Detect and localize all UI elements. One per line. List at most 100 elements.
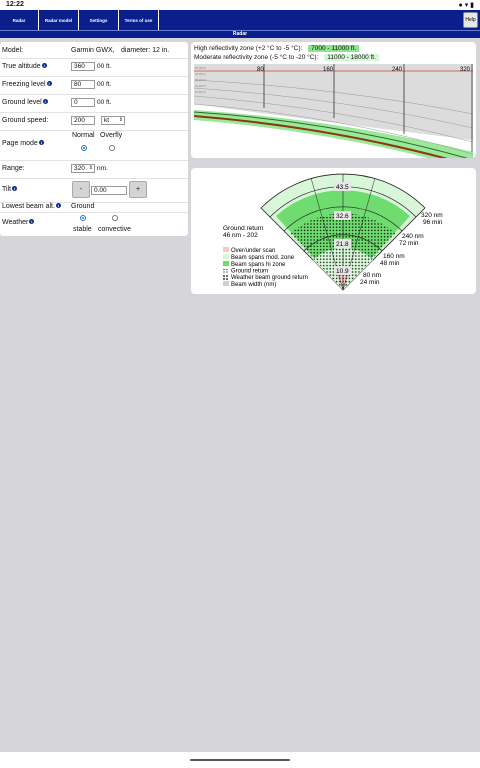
model-label: Model: bbox=[2, 47, 24, 54]
page-mode-row: Page mode i Normal Overfly bbox=[0, 130, 188, 161]
range-min-label: 48 min bbox=[380, 260, 400, 267]
alt-tick-label: 50,000 ft bbox=[195, 66, 206, 70]
ground-level-input[interactable]: 0 bbox=[71, 98, 95, 107]
range-tick-label: 320 bbox=[460, 67, 471, 73]
freezing-level-label: Freezing level bbox=[2, 81, 46, 88]
range-value: 320 bbox=[74, 165, 85, 172]
freezing-level-unit: 00 ft. bbox=[97, 81, 112, 88]
lowest-beam-label: Lowest beam alt. bbox=[2, 203, 55, 210]
page-mode-normal-label: Normal bbox=[72, 132, 95, 139]
tab-settings[interactable]: Settings bbox=[79, 10, 119, 30]
ground-return-title: Ground return bbox=[223, 225, 264, 232]
lowest-beam-value: Ground bbox=[71, 203, 95, 210]
alt-tick-label: 30,000 ft bbox=[195, 78, 206, 82]
help-button[interactable]: Help bbox=[463, 12, 478, 28]
info-icon[interactable]: i bbox=[12, 186, 18, 191]
info-icon[interactable]: i bbox=[42, 99, 48, 104]
status-time: 12:22 bbox=[6, 1, 24, 8]
ground-speed-input[interactable]: 200 bbox=[71, 116, 95, 125]
alt-tick-label: 10,000 ft bbox=[195, 90, 206, 94]
page-mode-label: Page mode bbox=[2, 140, 38, 147]
ground-speed-unit-select[interactable]: kt ⇕ bbox=[101, 116, 125, 125]
legend-label: Ground return bbox=[231, 269, 268, 275]
weather-stable-radio[interactable] bbox=[80, 215, 86, 221]
page-title: Radar bbox=[0, 30, 480, 38]
status-bar: 12:22 ● ▾ ▮ bbox=[0, 0, 480, 10]
ground-speed-unit: kt bbox=[104, 117, 110, 124]
ground-speed-row: Ground speed: 200 kt ⇕ bbox=[0, 112, 188, 131]
plan-view-chart: 43.5 32.6 21.8 10.9 Ground return 46 nm … bbox=[223, 173, 443, 291]
range-label: Range: bbox=[2, 165, 25, 172]
range-nm-label: 240 nm bbox=[402, 233, 424, 240]
plan-legend: Over/under scan Beam spans mod. zone Bea… bbox=[223, 247, 308, 288]
ring-value-label: 43.5 bbox=[336, 184, 349, 191]
range-min-label: 72 min bbox=[399, 240, 419, 247]
range-nm-label: 320 nm bbox=[421, 212, 443, 219]
elevation-profile-panel: High reflectivity zone (+2 °C to -5 °C):… bbox=[191, 42, 476, 158]
range-unit: nm. bbox=[97, 165, 108, 172]
legend-label: Weather beam ground return bbox=[231, 275, 308, 281]
info-icon[interactable]: i bbox=[29, 219, 35, 224]
range-tick-label: 80 bbox=[257, 67, 264, 73]
alt-tick-label: 20,000 ft bbox=[195, 84, 206, 88]
ring-value-label: 32.6 bbox=[336, 213, 349, 220]
true-altitude-label: True altitude bbox=[2, 63, 41, 70]
weather-convective-label: convective bbox=[98, 226, 132, 233]
model-value: Garmin GWX, bbox=[71, 47, 115, 54]
tab-radar[interactable]: Radar bbox=[0, 10, 39, 30]
ground-speed-label: Ground speed: bbox=[2, 117, 49, 124]
diameter-text: diameter: 12 in. bbox=[121, 47, 170, 54]
tab-radar-model[interactable]: Radar model bbox=[39, 10, 79, 30]
tilt-row: Tilt i - 0.00 + bbox=[0, 178, 188, 203]
range-row: Range: 320 ⇕ nm. bbox=[0, 160, 188, 179]
page-mode-overfly-label: Overfly bbox=[100, 132, 123, 139]
info-icon[interactable]: i bbox=[46, 81, 52, 86]
model-row: Model: Garmin GWX, diameter: 12 in. bbox=[0, 42, 188, 59]
freezing-level-input[interactable]: 80 bbox=[71, 80, 95, 89]
weather-label: Weather bbox=[2, 219, 29, 226]
range-nm-label: 160 nm bbox=[383, 253, 405, 260]
info-icon[interactable]: i bbox=[41, 63, 47, 68]
true-altitude-input[interactable]: 360 bbox=[71, 62, 95, 71]
system-nav-bar bbox=[0, 752, 480, 768]
tilt-label: Tilt bbox=[2, 186, 12, 193]
weather-convective-radio[interactable] bbox=[112, 215, 118, 221]
ground-return-value: 46 nm - 202 bbox=[223, 232, 258, 239]
ground-level-unit: 00 ft. bbox=[97, 99, 112, 106]
plan-view-panel: 43.5 32.6 21.8 10.9 Ground return 46 nm … bbox=[191, 168, 476, 294]
nav-bar: Radar Radar model Settings Terms of use … bbox=[0, 10, 480, 30]
stepper-icon: ⇕ bbox=[88, 165, 93, 171]
tilt-input[interactable]: 0.00 bbox=[91, 186, 127, 195]
info-icon[interactable]: i bbox=[55, 203, 61, 208]
home-indicator[interactable] bbox=[190, 759, 290, 761]
range-tick-label: 160 bbox=[323, 67, 334, 73]
ring-value-label: 10.9 bbox=[336, 268, 349, 275]
ground-level-label: Ground level bbox=[2, 99, 42, 106]
settings-form: Model: Garmin GWX, diameter: 12 in. True… bbox=[0, 42, 188, 236]
range-tick-label: 240 bbox=[392, 67, 403, 73]
legend-label: Beam spans hi zone bbox=[231, 262, 286, 268]
legend-label: Beam spans mod. zone bbox=[231, 255, 295, 261]
legend-label: Beam width (nm) bbox=[231, 282, 276, 288]
range-min-label: 96 min bbox=[423, 219, 443, 226]
legend-label: Over/under scan bbox=[231, 248, 275, 254]
range-min-label: 24 min bbox=[360, 279, 380, 286]
weather-stable-label: stable bbox=[73, 226, 92, 233]
elevation-profile-chart: 80 160 240 320 50,000 ft 40,000 ft 30,00… bbox=[193, 64, 474, 158]
page-mode-normal-radio[interactable] bbox=[81, 145, 87, 151]
range-select[interactable]: 320 ⇕ bbox=[71, 164, 95, 173]
page-mode-overfly-radio[interactable] bbox=[109, 145, 115, 151]
true-altitude-row: True altitude i 360 00 ft. bbox=[0, 58, 188, 77]
info-icon[interactable]: i bbox=[38, 140, 44, 145]
range-nm-label: 80 nm bbox=[363, 272, 381, 279]
tilt-plus-button[interactable]: + bbox=[129, 181, 147, 198]
alt-tick-label: 40,000 ft bbox=[195, 72, 206, 76]
tab-terms-of-use[interactable]: Terms of use bbox=[119, 10, 159, 30]
ground-level-row: Ground level i 0 00 ft. bbox=[0, 94, 188, 113]
ring-value-label: 21.8 bbox=[336, 241, 349, 248]
status-icons: ● ▾ ▮ bbox=[458, 2, 474, 9]
stepper-icon: ⇕ bbox=[118, 117, 123, 123]
true-altitude-unit: 00 ft. bbox=[97, 63, 112, 70]
tilt-minus-button[interactable]: - bbox=[72, 181, 90, 198]
freezing-level-row: Freezing level i 80 00 ft. bbox=[0, 76, 188, 95]
